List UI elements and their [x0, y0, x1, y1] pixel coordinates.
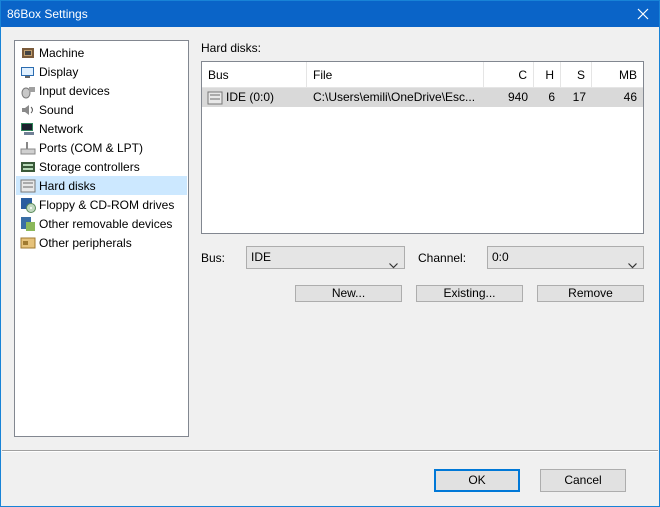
sidebar-item-other-peripherals[interactable]: Other peripherals [16, 233, 187, 252]
chevron-down-icon [389, 255, 398, 276]
removable-devices-icon [20, 216, 36, 232]
sidebar-item-display[interactable]: Display [16, 62, 187, 81]
window-title: 86Box Settings [7, 7, 88, 21]
sidebar-item-input-devices[interactable]: Input devices [16, 81, 187, 100]
cell-file: C:\Users\emili\OneDrive\Esc... [313, 90, 476, 104]
new-disk-button[interactable]: New... [295, 285, 402, 302]
sidebar-item-label: Ports (COM & LPT) [39, 140, 144, 155]
divider-highlight [2, 451, 658, 452]
sidebar-item-machine[interactable]: Machine [16, 43, 187, 62]
sidebar-item-hard-disks[interactable]: Hard disks [16, 176, 187, 195]
close-icon [637, 8, 649, 20]
close-button[interactable] [627, 1, 659, 27]
peripherals-icon [20, 235, 36, 251]
sidebar-item-sound[interactable]: Sound [16, 100, 187, 119]
sidebar-item-storage-controllers[interactable]: Storage controllers [16, 157, 187, 176]
sidebar-item-label: Machine [39, 45, 85, 60]
column-header-bus[interactable]: Bus [202, 62, 307, 87]
floppy-cdrom-icon [20, 197, 36, 213]
column-header-h[interactable]: H [534, 62, 561, 87]
column-header-mb[interactable]: MB [592, 62, 643, 87]
cancel-button[interactable]: Cancel [540, 469, 626, 492]
sidebar-item-label: Network [39, 121, 84, 136]
machine-icon [20, 45, 36, 61]
sidebar-item-ports[interactable]: Ports (COM & LPT) [16, 138, 187, 157]
cell-bus: IDE (0:0) [202, 88, 307, 107]
hard-disk-icon [207, 90, 223, 106]
hard-disks-label: Hard disks: [201, 41, 262, 55]
sidebar-item-label: Display [39, 64, 79, 79]
table-header: Bus File C H S MB [202, 62, 643, 88]
cell-h: 6 [548, 90, 555, 104]
title-bar[interactable]: 86Box Settings [1, 1, 659, 27]
network-icon [20, 121, 36, 137]
ports-icon [20, 140, 36, 156]
cell-bus-text: IDE (0:0) [226, 90, 275, 104]
sidebar-item-label: Other removable devices [39, 216, 173, 231]
bus-select-value: IDE [251, 250, 272, 264]
cell-c: 940 [507, 90, 528, 104]
column-header-s[interactable]: S [561, 62, 592, 87]
sidebar-item-label: Input devices [39, 83, 110, 98]
display-icon [20, 64, 36, 80]
input-devices-icon [20, 83, 36, 99]
column-header-c[interactable]: C [484, 62, 534, 87]
channel-select[interactable]: 0:0 [487, 246, 644, 269]
bus-label: Bus: [201, 251, 226, 265]
sound-icon [20, 102, 36, 118]
column-header-file[interactable]: File [307, 62, 484, 87]
sidebar-item-label: Floppy & CD-ROM drives [39, 197, 175, 212]
sidebar-item-label: Storage controllers [39, 159, 140, 174]
cell-s: 17 [572, 90, 586, 104]
sidebar-item-label: Other peripherals [39, 235, 132, 250]
sidebar-item-label: Hard disks [39, 178, 96, 193]
hard-disk-icon [20, 178, 36, 194]
sidebar-item-removable-devices[interactable]: Other removable devices [16, 214, 187, 233]
channel-label: Channel: [418, 251, 467, 265]
remove-disk-button[interactable]: Remove [537, 285, 644, 302]
storage-controllers-icon [20, 159, 36, 175]
sidebar-item-network[interactable]: Network [16, 119, 187, 138]
settings-window: 86Box Settings Machine Display Input dev… [0, 0, 660, 507]
cell-mb: 46 [623, 90, 637, 104]
ok-button[interactable]: OK [434, 469, 520, 492]
sidebar-item-floppy-cdrom[interactable]: Floppy & CD-ROM drives [16, 195, 187, 214]
table-row[interactable]: IDE (0:0) C:\Users\emili\OneDrive\Esc...… [202, 88, 643, 107]
chevron-down-icon [628, 255, 637, 276]
channel-select-value: 0:0 [492, 250, 509, 264]
sidebar-item-label: Sound [39, 102, 74, 117]
bus-select[interactable]: IDE [246, 246, 405, 269]
settings-category-list[interactable]: Machine Display Input devices Sound Netw… [14, 40, 189, 437]
existing-disk-button[interactable]: Existing... [416, 285, 523, 302]
hard-disk-table[interactable]: Bus File C H S MB IDE (0:0) C:\Users\emi… [201, 61, 644, 234]
